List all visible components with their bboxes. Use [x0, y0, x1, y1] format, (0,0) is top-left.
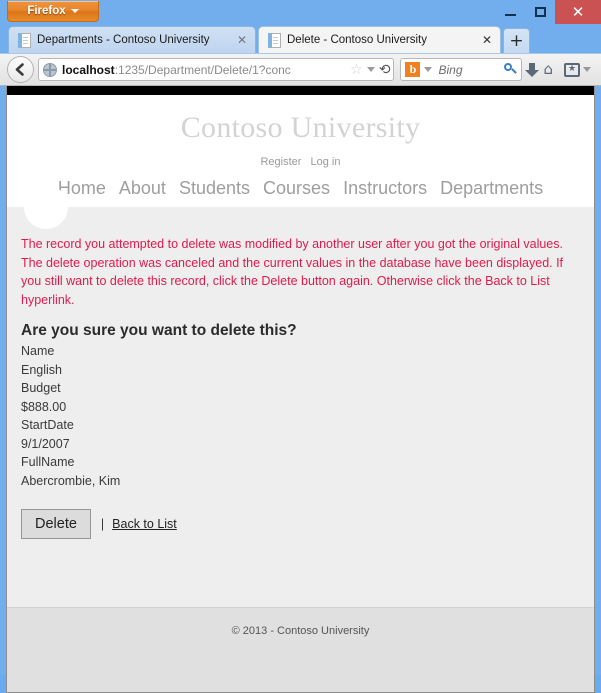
header-notch-decoration	[7, 185, 594, 229]
back-arrow-icon	[15, 63, 24, 76]
main-navigation: Home About Students Courses Instructors …	[7, 178, 594, 207]
nav-link-departments[interactable]: Departments	[440, 178, 543, 198]
tab-title: Delete - Contoso University	[287, 34, 427, 46]
nav-link-courses[interactable]: Courses	[263, 178, 330, 198]
search-box[interactable]: b Bing	[400, 58, 523, 81]
minimize-button[interactable]	[495, 0, 525, 24]
tab-departments[interactable]: Departments - Contoso University ✕	[8, 26, 256, 53]
tab-delete[interactable]: Delete - Contoso University ✕	[258, 26, 501, 53]
minimize-icon	[504, 14, 516, 16]
login-link[interactable]: Log in	[311, 156, 341, 168]
close-window-button[interactable]: ✕	[555, 0, 601, 24]
chevron-down-icon[interactable]	[424, 67, 433, 72]
tab-close-icon[interactable]: ✕	[480, 33, 494, 47]
toolbar-icon-group: ⌂ ★	[522, 62, 597, 77]
field-label-budget: Budget	[21, 381, 61, 395]
register-link[interactable]: Register	[260, 156, 301, 168]
page-viewport: Contoso University Register Log in Home …	[6, 86, 595, 693]
page-footer: © 2013 - Contoso University	[7, 607, 594, 692]
page-top-bar	[7, 86, 594, 95]
field-value-budget: $888.00	[21, 399, 67, 414]
maximize-button[interactable]	[525, 0, 555, 24]
nav-link-students[interactable]: Students	[179, 178, 250, 198]
address-bar-icons: ☆ ⟳	[347, 62, 391, 78]
reload-icon[interactable]: ⟳	[379, 62, 391, 78]
window-controls: ✕	[495, 0, 601, 24]
form-actions: Delete | Back to List	[21, 509, 580, 539]
chevron-down-icon	[583, 67, 591, 72]
field-value-startdate: 9/1/2007	[21, 436, 70, 451]
action-separator: |	[100, 517, 105, 531]
site-header: Contoso University Register Log in Home …	[7, 95, 594, 207]
search-icon[interactable]	[504, 63, 517, 76]
title-bar: Firefox ✕	[0, 0, 601, 24]
field-label-fullname: FullName	[21, 455, 75, 469]
firefox-menu-label: Firefox	[27, 5, 66, 17]
back-to-list-link[interactable]: Back to List	[112, 517, 177, 531]
copyright-text: © 2013 - Contoso University	[231, 625, 370, 637]
browser-window: Firefox ✕ Departments - Contoso Universi…	[0, 0, 601, 693]
page-favicon-icon	[268, 32, 281, 48]
navigation-toolbar: localhost:1235/Department/Delete/1?conc …	[0, 53, 601, 86]
bing-logo-icon: b	[405, 62, 421, 77]
url-path: :1235/Department/Delete/1?conc	[114, 62, 291, 77]
site-title: Contoso University	[180, 111, 421, 144]
nav-link-about[interactable]: About	[119, 178, 166, 198]
page-content: The record you attempted to delete was m…	[7, 229, 594, 539]
field-value-name: English	[21, 362, 62, 377]
url-host: localhost	[62, 62, 115, 77]
back-button[interactable]	[7, 56, 34, 83]
chevron-down-icon	[70, 8, 79, 13]
globe-icon	[43, 62, 57, 77]
tab-close-icon[interactable]: ✕	[235, 33, 249, 47]
address-bar[interactable]: localhost:1235/Department/Delete/1?conc …	[38, 58, 395, 81]
confirm-heading: Are you sure you want to delete this?	[21, 322, 297, 339]
field-label-name: Name	[21, 344, 55, 358]
bookmarks-star-icon: ★	[564, 62, 580, 77]
home-icon[interactable]: ⌂	[543, 62, 553, 77]
tab-strip: Departments - Contoso University ✕ Delet…	[0, 24, 601, 53]
search-input[interactable]: Bing	[432, 63, 504, 77]
tab-title: Departments - Contoso University	[37, 34, 210, 46]
page-favicon-icon	[18, 32, 31, 48]
maximize-icon	[534, 7, 546, 17]
firefox-menu-button[interactable]: Firefox	[7, 1, 99, 22]
close-icon: ✕	[571, 2, 585, 21]
bookmark-star-icon[interactable]: ☆	[350, 63, 363, 77]
field-value-fullname: Abercrombie, Kim	[21, 473, 121, 488]
chevron-down-icon[interactable]	[366, 67, 375, 72]
nav-link-instructors[interactable]: Instructors	[343, 178, 427, 198]
delete-button[interactable]: Delete	[21, 509, 91, 539]
field-label-startdate: StartDate	[21, 418, 74, 432]
concurrency-error-message: The record you attempted to delete was m…	[21, 237, 564, 307]
new-tab-button[interactable]: +	[503, 28, 530, 53]
auth-links: Register Log in	[7, 156, 594, 168]
bookmarks-menu-button[interactable]: ★	[564, 62, 591, 77]
url-text: localhost:1235/Department/Delete/1?conc	[62, 63, 347, 77]
